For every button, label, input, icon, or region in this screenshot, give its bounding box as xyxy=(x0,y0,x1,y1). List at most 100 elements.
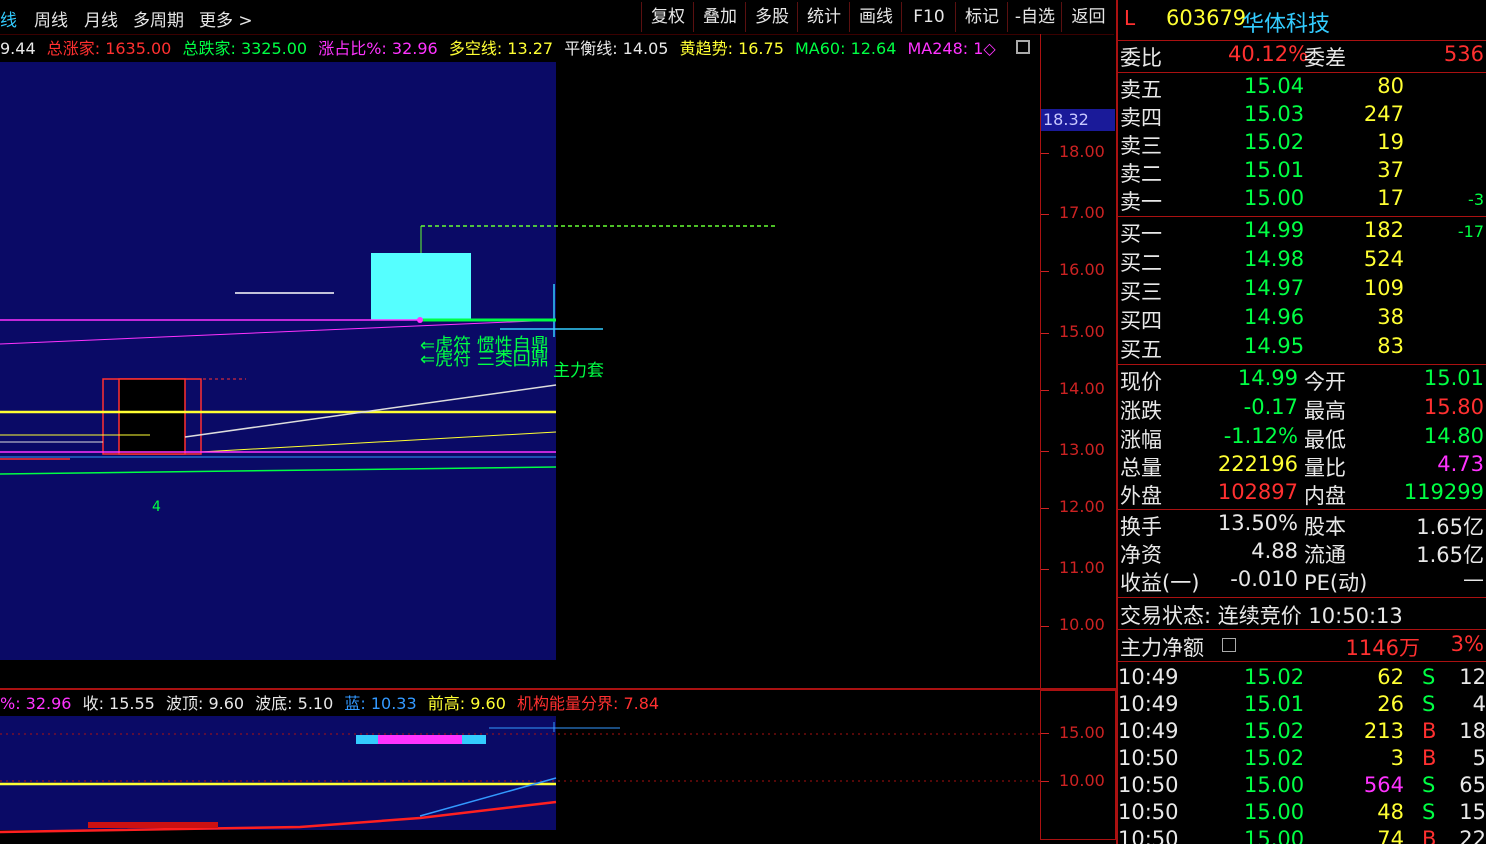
main-net-row[interactable]: 主力净额 1146万 3% xyxy=(1118,632,1486,660)
tick-time: 10:50 xyxy=(1118,746,1179,770)
ask-row[interactable]: 卖二 15.01 37 xyxy=(1118,158,1486,186)
tick-volume: 62 xyxy=(1377,665,1404,689)
fundamental-label: 换手 xyxy=(1120,515,1162,539)
tick-volume: 48 xyxy=(1377,800,1404,824)
fundamental-label: PE(动) xyxy=(1304,571,1368,595)
ask-row[interactable]: 卖三 15.02 19 xyxy=(1118,130,1486,158)
tick-time: 10:50 xyxy=(1118,827,1179,844)
main-net-value: 1146万 xyxy=(1345,636,1420,660)
fundamental-value: -0.010 xyxy=(1230,567,1298,591)
axis-label: 11.00 xyxy=(1059,558,1105,577)
quote-label: 最低 xyxy=(1304,428,1346,452)
ask-row[interactable]: 卖一 15.00 17 -3 xyxy=(1118,186,1486,214)
axis-label: 14.00 xyxy=(1059,379,1105,398)
bid-label: 买一 xyxy=(1120,222,1162,246)
price-axis: 18.32 18.00 17.00 16.00 15.00 14.00 13.0… xyxy=(1040,34,1117,688)
fundamental-label: 净资 xyxy=(1120,543,1162,567)
tick-price: 15.02 xyxy=(1244,665,1305,689)
ask-label: 卖三 xyxy=(1120,134,1162,158)
bid-volume: 109 xyxy=(1363,276,1404,300)
quote-label: 量比 xyxy=(1304,456,1346,480)
kline-chart[interactable]: 4 ⇐虎符 惯性自鼎 ⇐虎符 三类回鼎 主力套 xyxy=(0,62,1040,688)
tick-count: 5 xyxy=(1472,746,1486,770)
axis-label: 17.00 xyxy=(1059,203,1105,222)
tick-side: S xyxy=(1422,665,1436,689)
fundamental-row: 换手 13.50% 股本 1.65亿 xyxy=(1118,511,1486,539)
mark-button[interactable]: 标记 xyxy=(955,2,1008,32)
stock-header: L 603679 华体科技 xyxy=(1118,6,1486,38)
period-tab-multi[interactable]: 多周期 xyxy=(133,6,184,31)
back-button[interactable]: 返回 xyxy=(1061,2,1115,32)
tick-volume: 213 xyxy=(1363,719,1404,743)
tick-count: 4 xyxy=(1472,692,1486,716)
quote-label: 现价 xyxy=(1120,370,1162,394)
bid-price: 14.98 xyxy=(1244,247,1305,271)
ask-row[interactable]: 卖五 15.04 80 xyxy=(1118,74,1486,102)
bid-price: 14.97 xyxy=(1244,276,1305,300)
tick-side: S xyxy=(1422,800,1436,824)
ask-label: 卖五 xyxy=(1120,78,1162,102)
fundamental-value: 1.65亿 xyxy=(1416,515,1484,539)
tick-side: S xyxy=(1422,773,1436,797)
period-tab-week[interactable]: 周线 xyxy=(34,6,68,31)
sub-indicator-chart[interactable] xyxy=(0,716,1040,844)
stock-code: 603679 xyxy=(1166,6,1247,30)
remove-watchlist-button[interactable]: -自选 xyxy=(1007,2,1062,32)
fundamental-label: 流通 xyxy=(1304,543,1346,567)
tick-time: 10:49 xyxy=(1118,719,1179,743)
restore-rights-button[interactable]: 复权 xyxy=(641,2,694,32)
indicator-value: 涨占比%: 32.96 xyxy=(318,39,438,58)
bid-row[interactable]: 买五 14.95 83 xyxy=(1118,334,1486,362)
tick-row: 10:49 15.02 62 S 12 xyxy=(1118,665,1486,693)
ask-label: 卖一 xyxy=(1120,190,1162,214)
draw-line-button[interactable]: 画线 xyxy=(849,2,902,32)
quote-label: 总量 xyxy=(1120,456,1162,480)
bid-price: 14.99 xyxy=(1244,218,1305,242)
tick-side: B xyxy=(1422,746,1437,770)
fundamental-label: 收益(一) xyxy=(1120,571,1200,595)
list-icon[interactable] xyxy=(1222,638,1236,652)
sub-indicator-value: 蓝: 10.33 xyxy=(344,694,417,713)
period-tab-more[interactable]: 更多 > xyxy=(199,6,253,31)
indicator-header: 9.44 总涨家: 1635.00 总跌家: 3325.00 涨占比%: 32.… xyxy=(0,35,1040,61)
indicator-value: 9.44 xyxy=(0,39,36,58)
bid-label: 买四 xyxy=(1120,309,1162,333)
statistics-button[interactable]: 统计 xyxy=(797,2,850,32)
tick-time: 10:49 xyxy=(1118,692,1179,716)
bid-volume: 38 xyxy=(1377,305,1404,329)
tick-volume: 3 xyxy=(1390,746,1404,770)
bid-row[interactable]: 买一 14.99 182 -17 xyxy=(1118,218,1486,246)
multi-stock-button[interactable]: 多股 xyxy=(745,2,798,32)
count-label: 4 xyxy=(152,499,161,515)
fundamental-row: 净资 4.88 流通 1.65亿 xyxy=(1118,539,1486,567)
bid-row[interactable]: 买二 14.98 524 xyxy=(1118,247,1486,275)
overlay-button[interactable]: 叠加 xyxy=(693,2,746,32)
ask-volume: 247 xyxy=(1363,102,1404,126)
ask-row[interactable]: 卖四 15.03 247 xyxy=(1118,102,1486,130)
collapse-icon[interactable] xyxy=(1016,40,1030,54)
period-tab-month[interactable]: 月线 xyxy=(84,6,118,31)
quote-value: -0.17 xyxy=(1243,395,1298,419)
f10-button[interactable]: F10 xyxy=(901,2,956,32)
signal-text-2: ⇐虎符 三类回鼎 xyxy=(420,349,549,370)
candle-down-inner xyxy=(118,378,186,455)
tick-time: 10:50 xyxy=(1118,800,1179,824)
quote-row: 外盘 102897 内盘 119299 xyxy=(1118,480,1486,508)
tick-price: 15.00 xyxy=(1244,800,1305,824)
bid-label: 买三 xyxy=(1120,280,1162,304)
ask-price: 15.02 xyxy=(1244,130,1305,154)
ask-volume: 17 xyxy=(1377,186,1404,210)
tick-row: 10:50 15.00 564 S 65 xyxy=(1118,773,1486,801)
axis-label: 15.00 xyxy=(1059,322,1105,341)
tick-count: 65 xyxy=(1459,773,1486,797)
bid-row[interactable]: 买三 14.97 109 xyxy=(1118,276,1486,304)
bid-row[interactable]: 买四 14.96 38 xyxy=(1118,305,1486,333)
quote-value: 222196 xyxy=(1217,452,1298,476)
period-tab-line[interactable]: 线 xyxy=(0,6,17,31)
indicator-value: 黄趋势: 16.75 xyxy=(679,39,784,58)
bid-price: 14.96 xyxy=(1244,305,1305,329)
quote-row: 涨幅 -1.12% 最低 14.80 xyxy=(1118,424,1486,452)
main-net-label: 主力净额 xyxy=(1120,636,1204,660)
weicha-label: 委差 xyxy=(1304,46,1346,70)
tick-row: 10:49 15.02 213 B 18 xyxy=(1118,719,1486,747)
